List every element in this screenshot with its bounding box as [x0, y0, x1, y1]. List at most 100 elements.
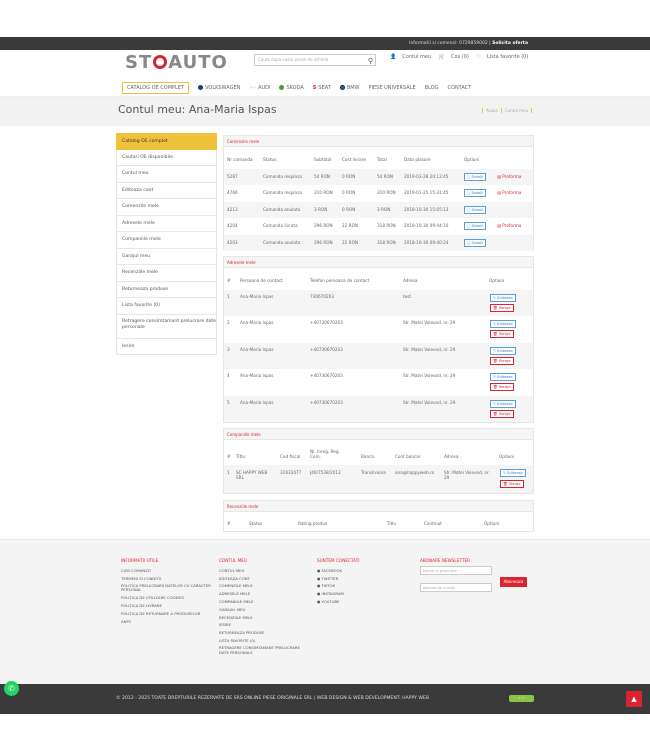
edit-address-button[interactable]: ✎ Editeaza [490, 294, 516, 302]
footer-link[interactable]: ANPC [121, 618, 216, 626]
companies-header: # Titlu Cod fiscal Nr. Inreg. Reg. Com. … [224, 449, 533, 463]
order-details-button[interactable]: ▢ Detalii [464, 173, 487, 181]
reviews-header: # Status Rating produs Titlu Continut Op… [224, 521, 533, 531]
offer-link[interactable]: Solicita oferta [492, 41, 528, 46]
sidebar-item-edit[interactable]: Editeaza cont [116, 182, 217, 199]
footer-link[interactable]: RECENZIILE MELE [219, 614, 309, 622]
credit-link[interactable]: | WEB DESIGN & WEB DEVELOPMENT: HAPPY WE… [312, 696, 429, 701]
footer-link[interactable]: CONTUL MEU [219, 567, 309, 575]
footer-link[interactable]: COMENZILE MELE [219, 582, 309, 590]
cart-icon: 🛒 [438, 54, 446, 60]
subscribe-button[interactable]: Aboneaza [500, 577, 527, 587]
nav-universale[interactable]: PIESE UNIVERSALE [369, 85, 416, 91]
address-cell: Str. Matei Voievod, nr. 29 [403, 346, 456, 352]
edit-company-button[interactable]: ✎ Editeaza [500, 469, 526, 477]
nav-blog[interactable]: BLOG [425, 85, 439, 91]
footer-link[interactable]: POLITICA DE RETURNARE A PRODUSELOR [121, 610, 216, 618]
footer-link[interactable]: ● INSTAGRAM [317, 590, 397, 598]
nav-skoda[interactable]: SKODA [279, 85, 304, 91]
nav-audi[interactable]: ⚬⚬ AUDI [249, 85, 270, 91]
sidebar-item-garage[interactable]: Garajul meu [116, 248, 217, 265]
order-cell: Comanda anulata [263, 206, 301, 212]
edit-address-button[interactable]: ✎ Editeaza [490, 346, 516, 355]
delete-company-button[interactable]: 🗑 Sterge [500, 480, 524, 488]
footer-link[interactable]: TERMENI SI CONDITII [121, 575, 216, 583]
nav-volkswagen[interactable]: VOLKSWAGEN [198, 85, 240, 91]
delete-address-button[interactable]: 🗑 Sterge [490, 383, 514, 392]
footer-link-label: COMENZILE MELE [219, 583, 253, 589]
whatsapp-icon[interactable]: ✆ [4, 681, 19, 696]
orders-header: Nr comanda Status Subtotal Cost livrare … [224, 157, 533, 167]
companies-panel: Companiile mele # Titlu Cod fiscal Nr. I… [223, 428, 534, 494]
search-input[interactable]: Cauta dupa codul piesei de schimb ⚲ [254, 54, 376, 66]
order-details-button[interactable]: ▢ Detalii [464, 238, 487, 247]
account-link[interactable]: Contul meu [402, 54, 431, 60]
search-icon[interactable]: ⚲ [368, 56, 373, 66]
delete-address-button[interactable]: 🗑 Sterge [490, 304, 514, 312]
sidebar-item-cautari[interactable]: Cautari OE disponibile [116, 149, 217, 166]
orders-panel: Comenzile mele Nr comanda Status Subtota… [223, 135, 534, 251]
footer-info: INFORMATII UTILE CUM COMANZI? TERMENI SI … [121, 557, 216, 626]
copyright-text: © 2012 - 2025 TOATE DREPTURILE REZERVATE… [116, 696, 313, 701]
address-cell: +40730670203 [310, 320, 343, 326]
address-cell: Str. Matei Voievod, nr. 29 [403, 399, 456, 405]
footer-link[interactable]: LISTA FAVORITE (0) [219, 637, 309, 645]
proforma-link[interactable]: ▤ Proforma [497, 185, 521, 201]
footer-link[interactable]: CUM COMANZI? [121, 567, 216, 575]
sidebar-item-companies[interactable]: Companiile mele [116, 232, 217, 249]
edit-address-button[interactable]: ✎ Editeaza [490, 399, 516, 408]
newsletter-email-input[interactable]: Adresa de e-mail [420, 583, 492, 592]
order-details-button[interactable]: ▢ Detalii [464, 222, 487, 231]
footer-link[interactable]: GARAJUL MEU [219, 606, 309, 614]
order-cell: 54 RON [314, 174, 330, 179]
newsletter-name-input[interactable]: Nume si prenume [420, 566, 492, 575]
phone-link[interactable]: 0729859002 [459, 41, 488, 46]
footer-link[interactable]: EDITEAZA CONT [219, 575, 309, 583]
delete-address-button[interactable]: 🗑 Sterge [490, 356, 514, 365]
sidebar-item-favorites[interactable]: Lista favorite (0) [116, 298, 217, 315]
col-header: Data plasare [404, 157, 431, 162]
footer-link[interactable]: POLITICA DE LIVRARE [121, 602, 216, 610]
footer-link[interactable]: ● TIKTOK [317, 582, 397, 590]
footer-link[interactable]: ADRESELE MELE [219, 590, 309, 598]
footer-link[interactable]: ● TWITTER [317, 575, 397, 583]
sidebar-item-catalog[interactable]: Catalog OE complet [116, 133, 217, 150]
sidebar-item-gdpr[interactable]: Retragere consimtamant prelucrare date p… [116, 314, 217, 339]
sidebar-item-returns[interactable]: Returneaza produse [116, 281, 217, 298]
footer-link[interactable]: POLITICA PRELUCRARII DATELOR CU CARACTER… [121, 582, 216, 594]
edit-address-button[interactable]: ✎ Editeaza [490, 320, 516, 329]
sidebar-item-account[interactable]: Contul meu [116, 166, 217, 183]
logo[interactable]: ST AUTO [125, 52, 228, 73]
order-details-button[interactable]: ▢ Detalii [464, 189, 487, 198]
nav-catalog[interactable]: CATALOG OE COMPLET [122, 81, 190, 94]
order-details-button[interactable]: ▢ Detalii [464, 205, 487, 214]
delete-address-button[interactable]: 🗑 Sterge [490, 330, 514, 339]
address-row: 4 Ana-Maria Ispas +40730670203 Str. Matei V… [224, 369, 533, 395]
delete-address-button[interactable]: 🗑 Sterge [490, 409, 514, 418]
nav-bmw[interactable]: BMW [339, 85, 360, 91]
proforma-link[interactable]: ▤ Proforma [497, 169, 521, 185]
sidebar-item-orders[interactable]: Comenzile mele [116, 199, 217, 216]
footer-link[interactable]: RETRAGERE CONSIMTAMANT PRELUCRARE DATE P… [219, 645, 309, 657]
edit-address-button[interactable]: ✎ Editeaza [490, 373, 516, 382]
footer-link[interactable]: ● YOUTUBE [317, 598, 397, 606]
nav-contact[interactable]: CONTACT [448, 85, 472, 91]
footer-link[interactable]: POLITICA DE UTILIZARE COOKIES [121, 594, 216, 602]
sidebar-item-logout[interactable]: Iesire [116, 338, 217, 355]
proforma-link[interactable]: ▤ Proforma [497, 218, 521, 234]
heart-icon: ♡ [476, 54, 481, 60]
footer-link[interactable]: RETURNEAZA PRODUSE [219, 629, 309, 637]
cart-link[interactable]: Cos (0) [451, 54, 469, 60]
edit-label: Editeaza [497, 322, 513, 327]
footer-link[interactable]: COMPANIILE MELE [219, 598, 309, 606]
footer-link[interactable]: IESIRE [219, 621, 309, 629]
nav-seat[interactable]: S SEAT [313, 85, 331, 91]
crumb-home[interactable]: Acasa [481, 108, 501, 113]
footer-link[interactable]: ● FACEBOOK [317, 567, 397, 575]
sidebar-item-reviews[interactable]: Recenziile mele [116, 265, 217, 282]
arrow-up-icon[interactable]: ▲ [626, 691, 642, 707]
wishlist-link[interactable]: Lista favorite (0) [487, 54, 528, 60]
order-cell: 2019-03-28 20:12:45 [404, 174, 449, 179]
delete-label: Sterge [498, 411, 511, 416]
sidebar-item-addresses[interactable]: Adresele mele [116, 215, 217, 232]
